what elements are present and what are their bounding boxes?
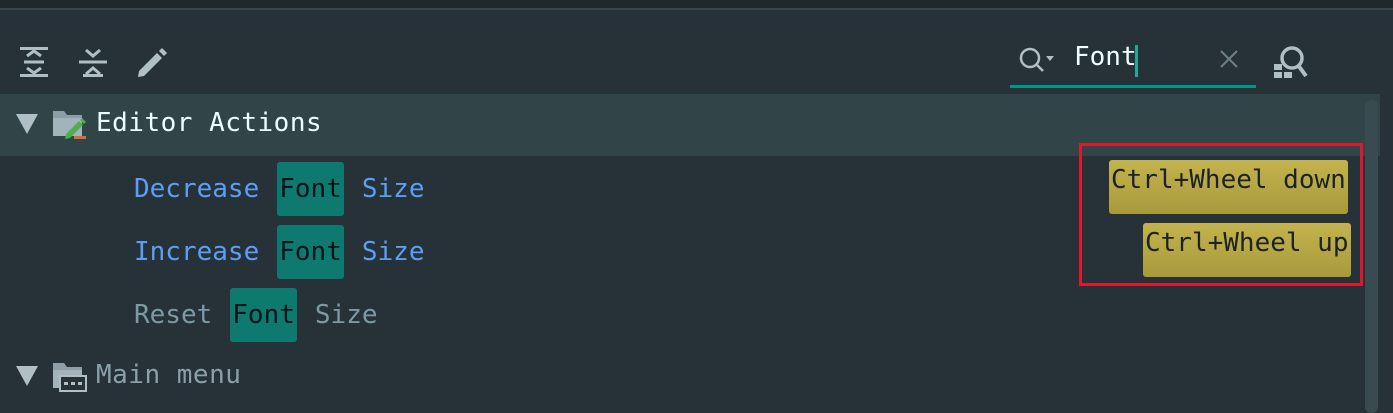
find-by-shortcut-icon <box>1274 46 1308 78</box>
expand-arrow-icon[interactable] <box>16 366 38 386</box>
collapse-all-button[interactable] <box>75 44 111 80</box>
tree-group-main-menu[interactable]: Main menu <box>0 346 1380 408</box>
expand-arrow-icon[interactable] <box>16 114 38 134</box>
vertical-scrollbar[interactable] <box>1365 100 1378 413</box>
action-name: Increase Font Size <box>134 225 425 279</box>
action-word: Decrease <box>134 174 260 204</box>
folder-menu-icon <box>53 363 87 392</box>
search-input[interactable] <box>1074 42 1204 72</box>
find-by-shortcut-button[interactable] <box>1272 44 1310 84</box>
action-word: Size <box>314 300 378 330</box>
expand-all-button[interactable] <box>16 44 52 80</box>
annotation-highlight-box <box>1079 143 1363 286</box>
action-name: Reset Font Size <box>134 288 378 342</box>
collapse-all-icon <box>79 48 107 77</box>
search-field[interactable] <box>1010 36 1256 88</box>
folder-edit-icon <box>53 111 86 139</box>
action-name: Decrease Font Size <box>134 162 425 216</box>
tree-row-reset-font-size[interactable]: Reset Font Size <box>0 283 1380 345</box>
action-word: Size <box>361 237 425 267</box>
search-match-highlight: Font <box>277 162 344 216</box>
action-word: Size <box>361 174 425 204</box>
pencil-icon <box>138 48 167 77</box>
clear-icon[interactable] <box>1218 48 1240 70</box>
search-underline <box>1010 85 1256 88</box>
action-word: Increase <box>134 237 260 267</box>
edit-shortcut-button[interactable] <box>134 44 170 80</box>
group-label: Main menu <box>96 360 242 390</box>
search-match-highlight: Font <box>277 225 344 279</box>
group-label: Editor Actions <box>96 108 323 138</box>
text-caret <box>1135 45 1138 77</box>
action-word: Reset <box>134 300 213 330</box>
search-match-highlight: Font <box>230 288 297 342</box>
expand-all-icon <box>20 47 48 77</box>
window-top-border <box>0 0 1393 8</box>
search-history-icon[interactable] <box>1018 46 1058 74</box>
